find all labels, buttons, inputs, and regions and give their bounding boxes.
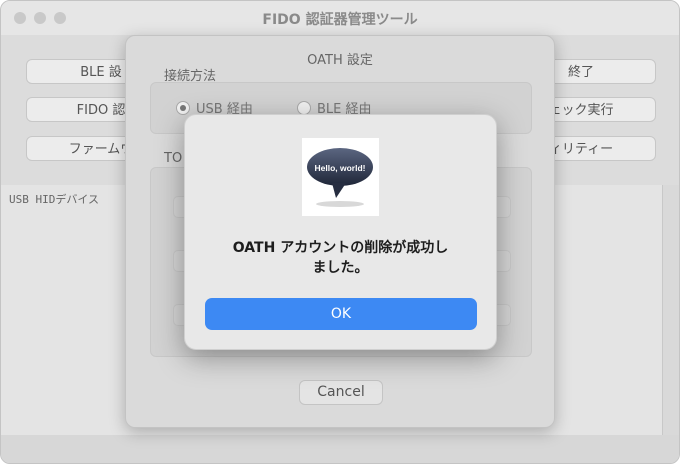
alert-message: OATH アカウントの削除が成功し ました。 xyxy=(205,238,476,278)
log-text: USB HIDデバイス xyxy=(9,193,100,206)
ok-button[interactable]: OK xyxy=(205,298,477,330)
title-bar: FIDO 認証器管理ツール xyxy=(1,1,679,35)
icon-text: Hello, world! xyxy=(315,163,366,173)
radio-selected-icon xyxy=(176,101,190,115)
alert-dialog: Hello, world! OATH アカウントの削除が成功し ました。 OK xyxy=(184,114,497,350)
alert-message-line1: OATH アカウントの削除が成功し xyxy=(232,240,449,256)
window-title: FIDO 認証器管理ツール xyxy=(262,12,418,28)
alert-message-line2: ました。 xyxy=(312,260,369,276)
app-icon: Hello, world! xyxy=(302,138,379,216)
cancel-button[interactable]: Cancel xyxy=(299,380,383,405)
bottom-bar xyxy=(1,435,679,463)
radio-unselected-icon xyxy=(297,101,311,115)
totp-section-label: TO xyxy=(164,151,183,166)
speech-bubble-icon: Hello, world! xyxy=(307,148,373,207)
log-scrollbar[interactable] xyxy=(662,185,679,435)
